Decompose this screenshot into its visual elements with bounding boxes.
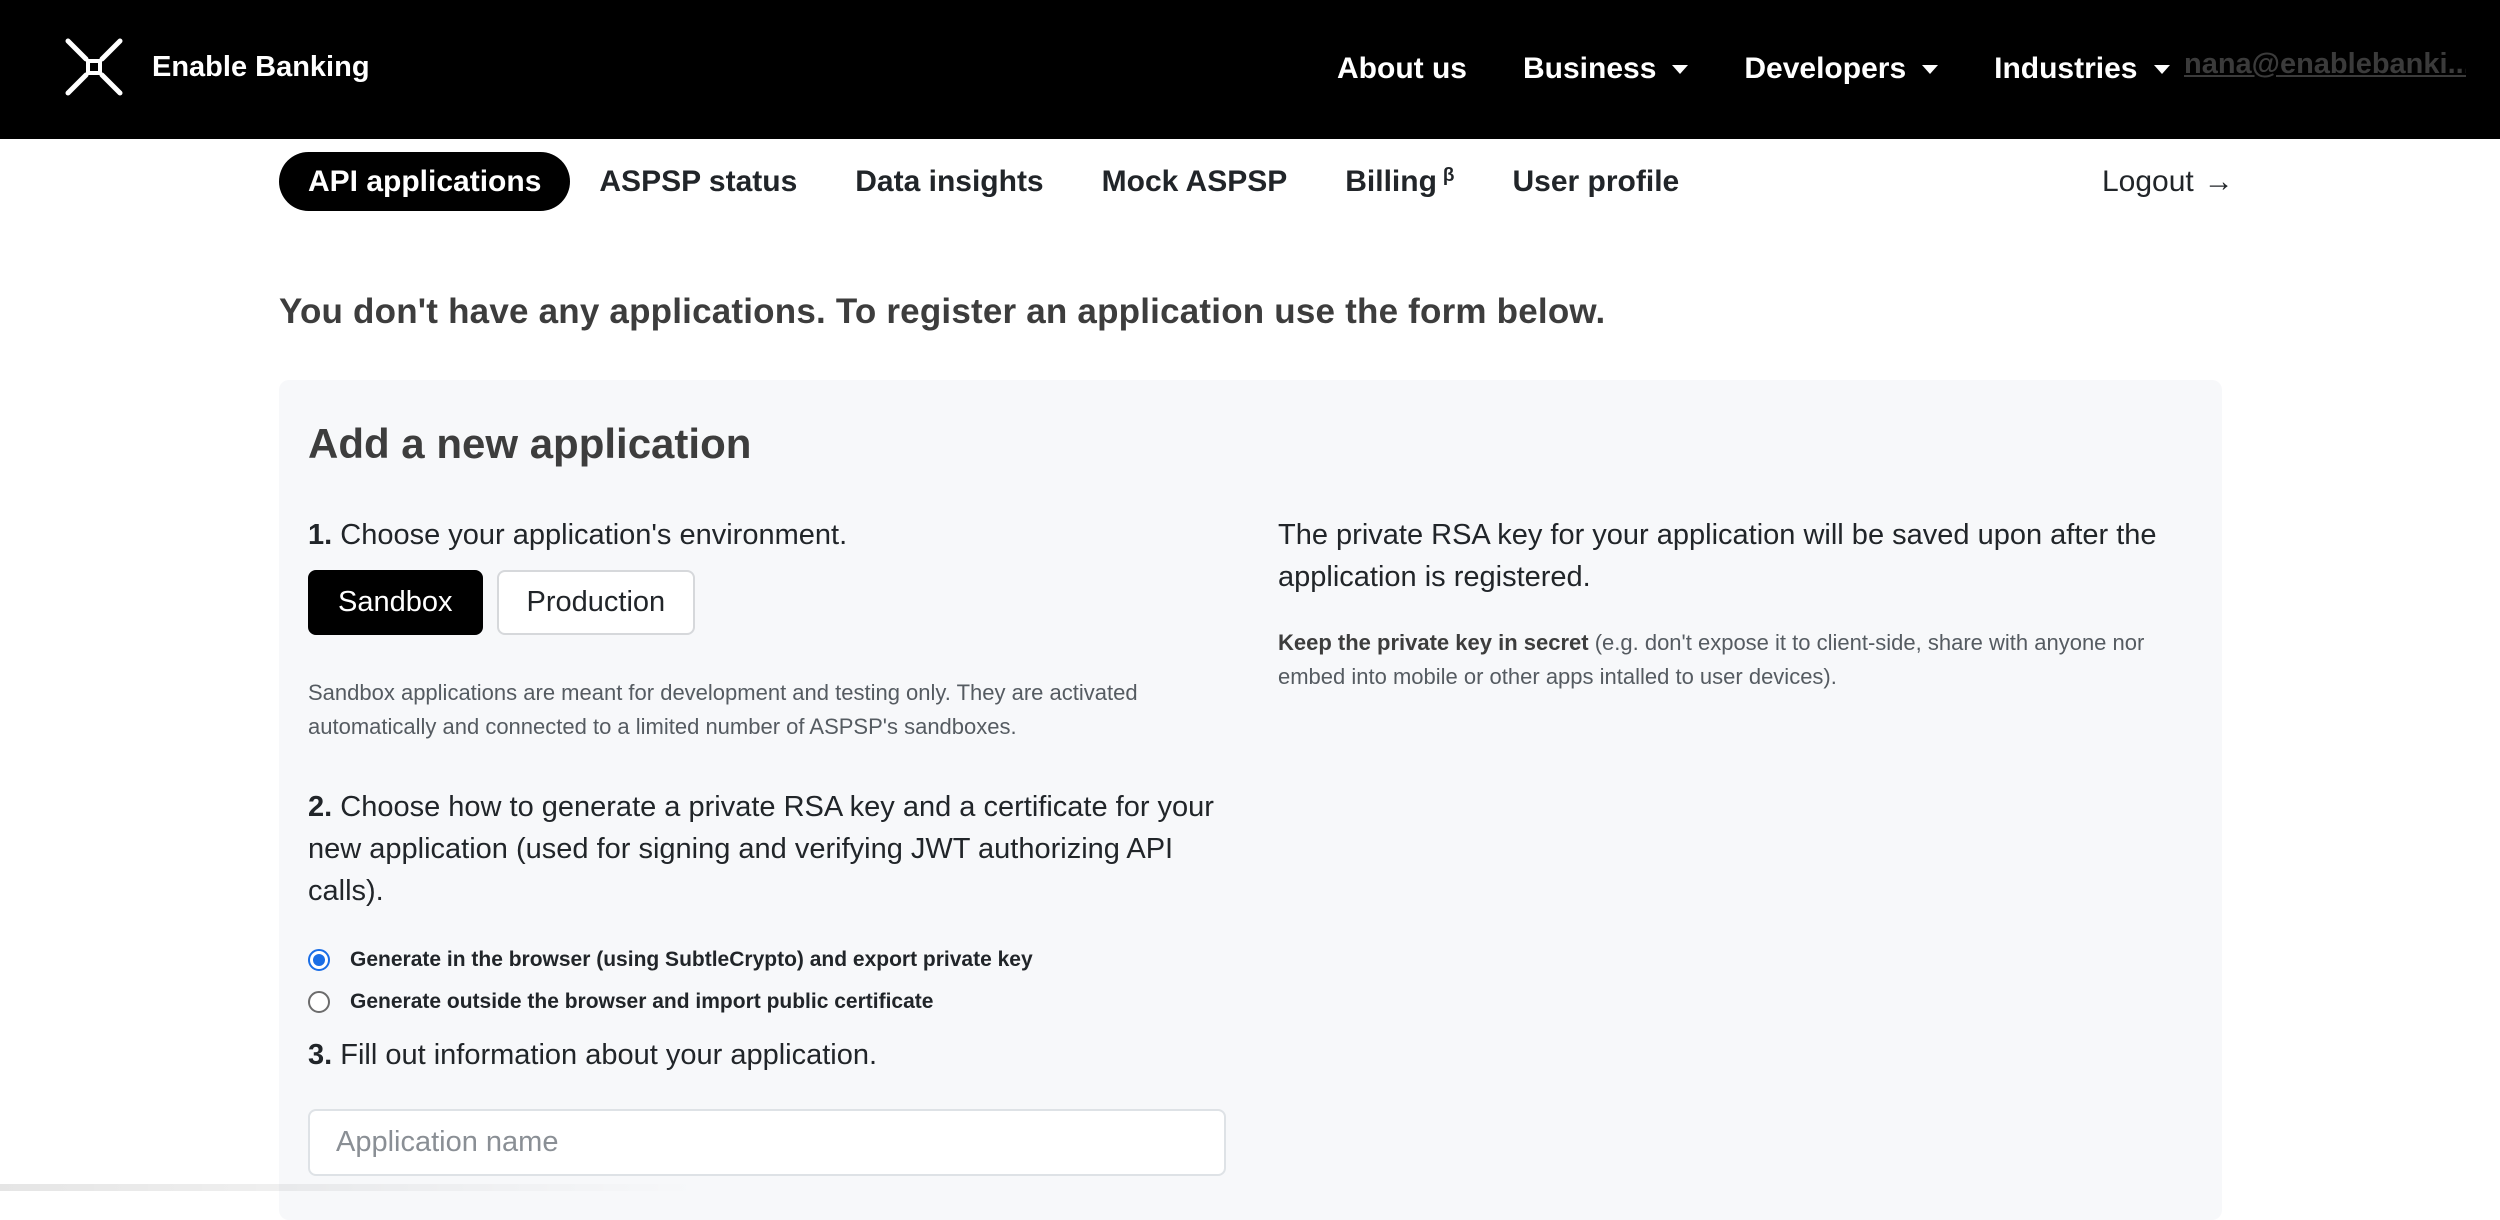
beta-badge: β [1442, 164, 1455, 186]
nav-industries-label: Industries [1994, 52, 2138, 85]
tab-user-profile-label: User profile [1512, 164, 1680, 198]
nav-business-label: Business [1522, 52, 1657, 85]
key-option-browser-label: Generate in the browser (using SubtleCry… [350, 948, 1033, 971]
arrow-right-icon: → [2203, 165, 2234, 198]
caret-down-icon [1672, 64, 1689, 74]
key-option-outside[interactable]: Generate outside the browser and import … [308, 990, 933, 1014]
step-2-number: 2. [308, 791, 333, 823]
nav-industries-dropdown[interactable]: Industries [1994, 52, 2170, 86]
step-1-text: Choose your application's environment. [340, 519, 848, 551]
nav-about-us[interactable]: About us [1337, 52, 1467, 86]
secret-key-warning: Keep the private key in secret (e.g. don… [1278, 626, 2198, 694]
radio-browser-generate[interactable] [308, 949, 330, 971]
tab-aspsp-status[interactable]: ASPSP status [570, 152, 826, 211]
bottom-edge-shadow [0, 1184, 700, 1191]
secret-key-warning-bold: Keep the private key in secret [1278, 630, 1589, 655]
step-3-number: 3. [308, 1039, 333, 1071]
user-account-link[interactable]: nana@enablebanki... [2184, 48, 2466, 81]
logout-link[interactable]: Logout → [2102, 160, 2234, 204]
step-2-heading: 2. Choose how to generate a private RSA … [308, 786, 1238, 912]
tab-billing-label: Billing [1345, 164, 1437, 198]
empty-applications-message: You don't have any applications. To regi… [279, 292, 1606, 331]
step-2-text: Choose how to generate a private RSA key… [308, 791, 1214, 907]
step-1-heading: 1. Choose your application's environment… [308, 514, 847, 556]
nav-business-dropdown[interactable]: Business [1522, 52, 1689, 86]
top-header: Enable Banking About us Business Develop… [0, 0, 2500, 139]
caret-down-icon [1922, 64, 1939, 74]
rsa-key-note: The private RSA key for your application… [1278, 519, 2157, 593]
panel-title: Add a new application [308, 420, 752, 467]
nav-developers-label: Developers [1744, 52, 1907, 85]
step-1-number: 1. [308, 519, 333, 551]
tab-data-insights-label: Data insights [855, 164, 1044, 198]
tab-api-applications[interactable]: API applications [279, 152, 571, 211]
step-3-text: Fill out information about your applicat… [340, 1039, 878, 1071]
brand-name: Enable Banking [152, 50, 370, 83]
key-option-outside-label: Generate outside the browser and import … [350, 990, 934, 1013]
sub-nav: API applications ASPSP status Data insig… [279, 152, 1708, 211]
tab-user-profile[interactable]: User profile [1484, 152, 1709, 211]
sandbox-help-text: Sandbox applications are meant for devel… [308, 680, 1138, 739]
environment-toggle: Sandbox Production [308, 570, 696, 635]
add-application-panel: Add a new application 1. Choose your app… [279, 380, 2222, 1220]
key-option-browser[interactable]: Generate in the browser (using SubtleCry… [308, 948, 1033, 972]
radio-outside-generate[interactable] [308, 991, 330, 1013]
tab-billing[interactable]: Billing β [1316, 152, 1483, 211]
caret-down-icon [2153, 64, 2170, 74]
tab-mock-aspsp-label: Mock ASPSP [1101, 164, 1288, 198]
logout-label: Logout [2102, 165, 2194, 198]
tab-api-applications-label: API applications [308, 164, 542, 198]
enable-banking-logo-icon [65, 38, 123, 96]
step-3-heading: 3. Fill out information about your appli… [308, 1034, 877, 1076]
nav-developers-dropdown[interactable]: Developers [1744, 52, 1939, 86]
top-nav: About us Business Developers Industries [1337, 44, 2170, 94]
tab-aspsp-status-label: ASPSP status [599, 164, 798, 198]
production-button[interactable]: Production [496, 570, 696, 635]
tab-mock-aspsp[interactable]: Mock ASPSP [1073, 152, 1317, 211]
application-name-input[interactable] [308, 1109, 1226, 1176]
brand[interactable]: Enable Banking [64, 36, 370, 98]
nav-about-us-label: About us [1337, 52, 1467, 85]
tab-data-insights[interactable]: Data insights [826, 152, 1072, 211]
sandbox-button[interactable]: Sandbox [308, 570, 483, 635]
